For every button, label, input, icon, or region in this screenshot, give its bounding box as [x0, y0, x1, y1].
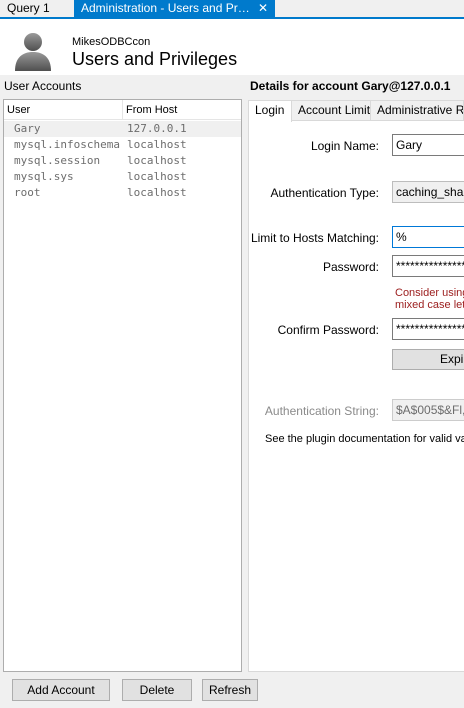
row-host: localhost: [127, 170, 187, 183]
tab-administration[interactable]: Administration - Users and Privileges ✕: [74, 0, 275, 17]
confirm-password-field[interactable]: ********************: [392, 318, 464, 340]
password-field[interactable]: ********************: [392, 255, 464, 277]
confirm-password-label: Confirm Password:: [277, 323, 379, 337]
row-user: Gary: [14, 122, 41, 135]
row-host: localhost: [127, 186, 187, 199]
column-header-host[interactable]: From Host: [126, 104, 177, 116]
auth-string-field: $A$005$&Fl,z: [392, 399, 464, 421]
table-row[interactable]: mysql.session localhost: [4, 153, 241, 169]
tab-label: Query 1: [7, 1, 50, 15]
plugin-documentation-note: See the plugin documentation for valid v…: [265, 433, 464, 445]
tab-administrative-roles[interactable]: Administrative Roles: [370, 100, 464, 121]
connection-name: MikesODBCcon: [72, 36, 151, 48]
row-host: 127.0.0.1: [127, 122, 187, 135]
column-header-user[interactable]: User: [7, 104, 30, 116]
table-row[interactable]: root localhost: [4, 185, 241, 201]
user-accounts-list[interactable]: User From Host Gary 127.0.0.1 mysql.info…: [3, 99, 242, 672]
row-user: mysql.session: [14, 154, 101, 167]
expire-password-button[interactable]: Expire Password: [392, 349, 464, 370]
row-user: mysql.infoschema: [14, 138, 120, 151]
page-title: Users and Privileges: [72, 49, 238, 69]
list-header: User From Host: [4, 100, 241, 120]
details-title: Details for account Gary@127.0.0.1: [250, 79, 451, 93]
document-tab-strip: Query 1 Administration - Users and Privi…: [0, 0, 464, 19]
password-label: Password:: [322, 260, 379, 274]
tab-query-1[interactable]: Query 1: [0, 0, 73, 17]
row-host: localhost: [127, 138, 187, 151]
details-tab-strip: Login Account Limits Administrative Role…: [248, 100, 464, 122]
table-row[interactable]: Gary 127.0.0.1: [4, 121, 241, 137]
close-icon[interactable]: ✕: [257, 0, 269, 17]
row-user: mysql.sys: [14, 170, 74, 183]
user-icon: [15, 33, 51, 71]
table-row[interactable]: mysql.infoschema localhost: [4, 137, 241, 153]
tab-account-limits[interactable]: Account Limits: [291, 100, 371, 121]
password-warning-line-2: mixed case let: [395, 299, 464, 311]
row-host: localhost: [127, 154, 187, 167]
login-name-field[interactable]: Gary: [392, 134, 464, 156]
hosts-matching-field[interactable]: %: [392, 226, 464, 248]
auth-string-label: Authentication String:: [264, 404, 379, 418]
table-row[interactable]: mysql.sys localhost: [4, 169, 241, 185]
login-name-label: Login Name:: [310, 139, 379, 153]
add-account-button[interactable]: Add Account: [12, 679, 110, 701]
auth-type-label: Authentication Type:: [270, 186, 379, 200]
page-header: MikesODBCcon Users and Privileges: [0, 19, 464, 75]
password-warning-line-1: Consider using: [395, 287, 464, 299]
delete-button[interactable]: Delete: [122, 679, 192, 701]
tab-label: Administration - Users and Privileges: [81, 1, 251, 15]
refresh-button[interactable]: Refresh: [202, 679, 258, 701]
hosts-matching-label: Limit to Hosts Matching:: [250, 231, 379, 245]
row-user: root: [14, 186, 41, 199]
tab-login[interactable]: Login: [248, 100, 292, 122]
column-divider[interactable]: [122, 100, 123, 120]
user-accounts-label: User Accounts: [4, 79, 82, 93]
auth-type-select[interactable]: caching_sha2_password: [392, 181, 464, 203]
